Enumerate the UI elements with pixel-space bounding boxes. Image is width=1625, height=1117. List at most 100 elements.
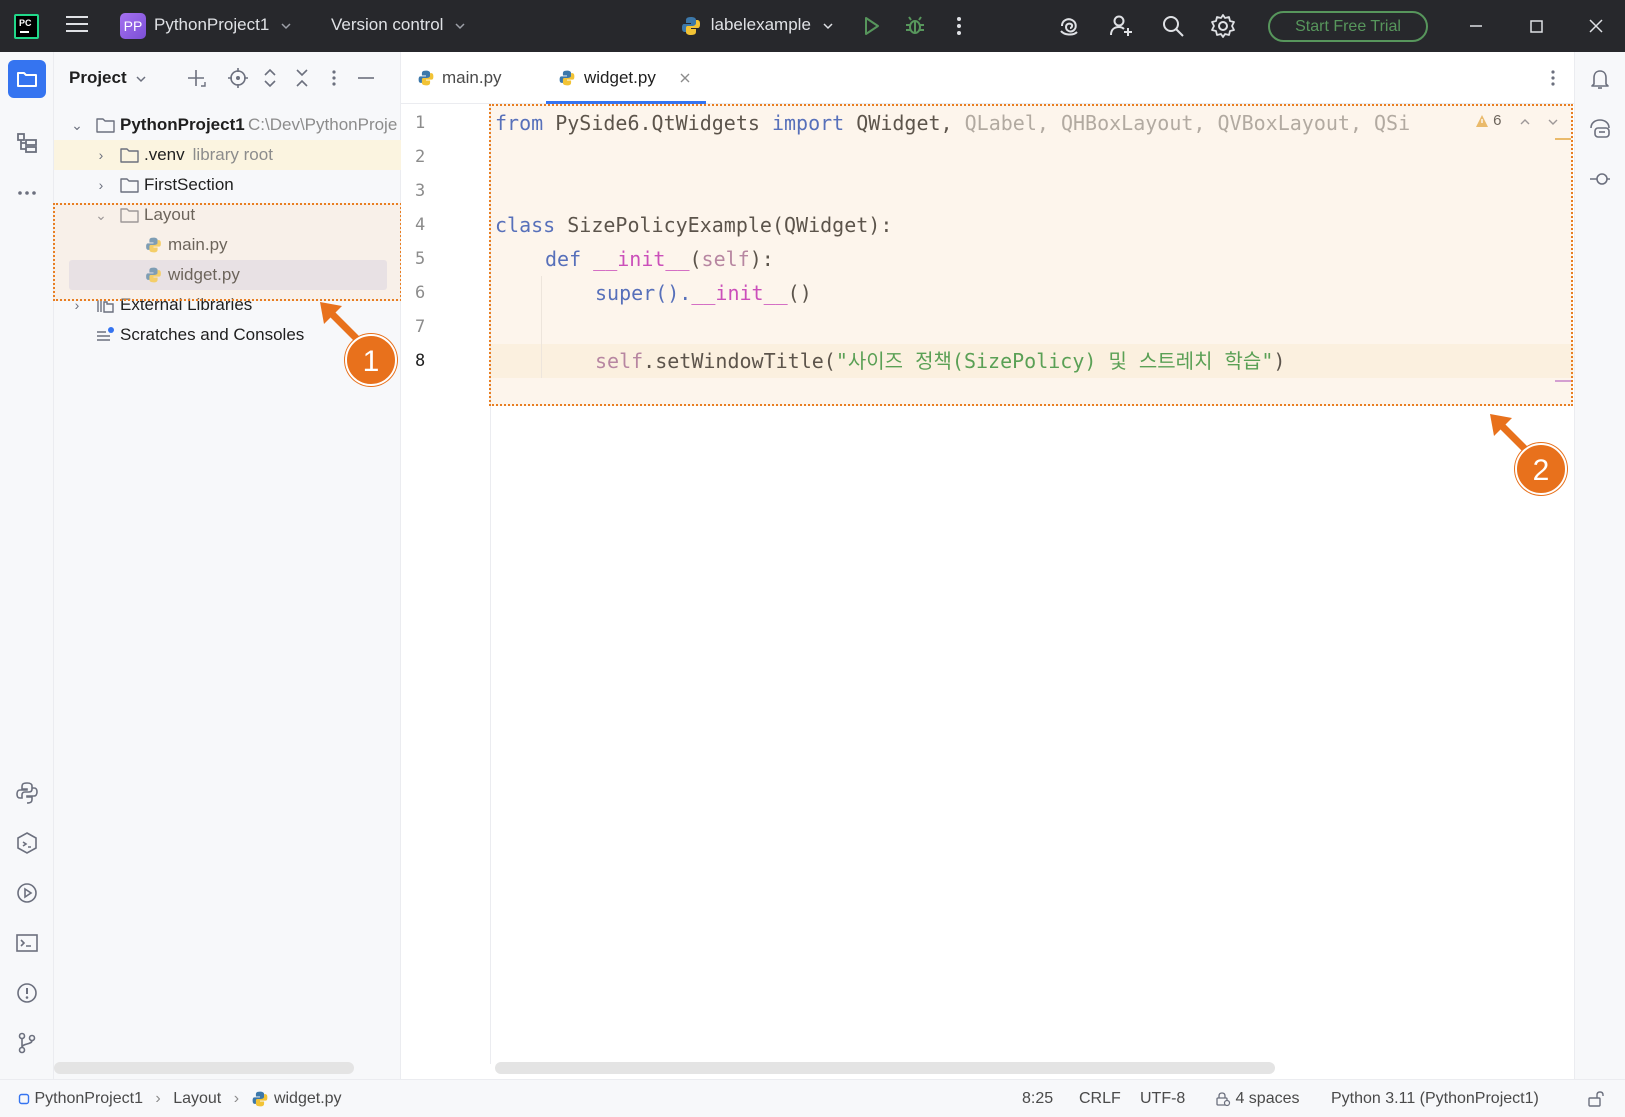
more-tools-button[interactable] [8, 174, 46, 212]
breadcrumb-separator: › [155, 1090, 161, 1108]
debug-icon[interactable] [902, 13, 928, 39]
problems-icon [17, 983, 37, 1003]
run-config-label: labelexample [710, 15, 811, 35]
line-number: 1 [415, 113, 426, 133]
minimize-icon[interactable] [1463, 13, 1489, 39]
pycharm-logo-icon[interactable]: PC [14, 14, 39, 39]
tab-label-widget-py: widget.py [584, 68, 656, 87]
file-encoding[interactable]: UTF-8 [1140, 1090, 1185, 1108]
folder-icon [120, 178, 139, 193]
python-interpreter[interactable]: Python 3.11 (PythonProject1) [1331, 1090, 1539, 1108]
structure-icon [17, 133, 37, 153]
line-number-current: 8 [415, 351, 426, 371]
chevron-down-icon[interactable]: ⌄ [70, 110, 84, 140]
chevron-down-icon [281, 22, 291, 29]
annotation-badge-2: 2 [1515, 443, 1567, 495]
search-icon[interactable] [1160, 13, 1186, 39]
new-file-icon[interactable] [184, 66, 208, 90]
tree-label-scratches: Scratches and Consoles [120, 325, 305, 344]
chevron-down-icon [823, 23, 833, 30]
python-file-icon [253, 1091, 268, 1107]
tab-widget-py[interactable]: widget.py [546, 52, 706, 104]
settings-gear-icon[interactable] [1210, 13, 1236, 39]
python-file-icon [418, 70, 434, 86]
git-button[interactable] [8, 1024, 46, 1062]
tree-label-venv: .venv library root [144, 140, 273, 170]
run-icon[interactable] [858, 13, 884, 39]
play-circle-icon [17, 883, 37, 903]
project-badge[interactable]: PP [120, 13, 146, 39]
python-packages-button[interactable] [8, 774, 46, 812]
breadcrumb-separator: › [233, 1090, 240, 1108]
breadcrumb-file[interactable]: widget.py [274, 1090, 342, 1107]
python-packages-icon [16, 782, 38, 804]
add-user-icon[interactable] [1108, 13, 1134, 39]
venv-name: .venv [144, 145, 185, 164]
services-button[interactable] [8, 874, 46, 912]
version-control-menu[interactable]: Version control [331, 15, 466, 35]
breadcrumb-folder[interactable]: Layout [173, 1090, 221, 1107]
chevron-right-icon[interactable]: › [94, 170, 108, 200]
indent-setting[interactable]: 4 spaces [1215, 1090, 1300, 1108]
scratches-icon [97, 327, 114, 341]
python-console-button[interactable] [8, 824, 46, 862]
problems-button[interactable] [8, 974, 46, 1012]
collapse-all-icon[interactable] [290, 66, 314, 90]
maximize-icon[interactable] [1523, 13, 1549, 39]
tree-item-firstsection[interactable]: › FirstSection [54, 170, 401, 200]
commit-icon[interactable] [1587, 166, 1613, 192]
annotation-badge-1: 1 [345, 334, 397, 386]
line-number: 4 [415, 215, 426, 235]
structure-tool-button[interactable] [8, 124, 46, 162]
ai-assistant-icon[interactable] [1057, 13, 1083, 39]
annotation-box-2 [489, 104, 1573, 406]
hide-panel-icon[interactable] [354, 66, 378, 90]
python-icon [682, 17, 700, 35]
line-number: 5 [415, 249, 426, 269]
notifications-bell-icon[interactable] [1587, 66, 1613, 92]
chevron-down-icon [455, 22, 465, 29]
tree-root-path: C:\Dev\PythonProje [248, 115, 398, 134]
expand-all-icon[interactable] [258, 66, 282, 90]
python-file-icon [559, 70, 575, 86]
start-free-trial-button[interactable]: Start Free Trial [1268, 11, 1428, 42]
module-icon [18, 1093, 30, 1105]
editor-options-icon[interactable] [1541, 66, 1565, 90]
more-horizontal-icon [18, 191, 36, 195]
locate-file-icon[interactable] [226, 66, 250, 90]
main-menu-icon[interactable] [66, 16, 88, 34]
tab-label-main-py: main.py [442, 68, 502, 87]
breadcrumb: PythonProject1 › Layout › widget.py [18, 1090, 342, 1108]
project-name: PythonProject1 [154, 15, 270, 34]
tab-main-py[interactable]: main.py [415, 52, 535, 104]
python-console-icon [17, 832, 37, 854]
close-icon[interactable] [1583, 13, 1609, 39]
line-number: 3 [415, 181, 426, 201]
project-tool-button[interactable] [8, 60, 46, 98]
options-icon[interactable] [322, 66, 346, 90]
ai-chat-icon[interactable] [1587, 116, 1613, 142]
project-view-selector[interactable]: Project [69, 68, 147, 88]
project-panel-scrollbar[interactable] [54, 1062, 354, 1074]
chevron-right-icon[interactable]: › [94, 140, 108, 170]
editor-horizontal-scrollbar[interactable] [495, 1062, 1275, 1074]
tree-label-root: PythonProject1 [120, 115, 245, 134]
folder-icon [120, 148, 139, 163]
logo-text: PC [19, 18, 32, 28]
close-tab-icon[interactable] [679, 72, 691, 84]
more-actions-icon[interactable] [946, 13, 972, 39]
breadcrumb-project[interactable]: PythonProject1 [34, 1090, 143, 1107]
caret-position[interactable]: 8:25 [1022, 1090, 1053, 1108]
terminal-button[interactable] [8, 924, 46, 962]
project-switcher[interactable]: PythonProject1 [154, 15, 292, 35]
line-separator[interactable]: CRLF [1079, 1090, 1121, 1108]
line-number: 6 [415, 283, 426, 303]
venv-hint: library root [192, 145, 273, 164]
run-config-selector[interactable]: labelexample [680, 15, 834, 37]
git-branch-icon [18, 1032, 36, 1054]
line-number: 2 [415, 147, 426, 167]
tree-item-root[interactable]: ⌄ PythonProject1 C:\Dev\PythonProje [54, 110, 401, 140]
read-only-lock-icon[interactable] [1587, 1090, 1605, 1108]
tree-item-venv[interactable]: › .venv library root [54, 140, 401, 170]
chevron-down-icon [136, 75, 146, 82]
